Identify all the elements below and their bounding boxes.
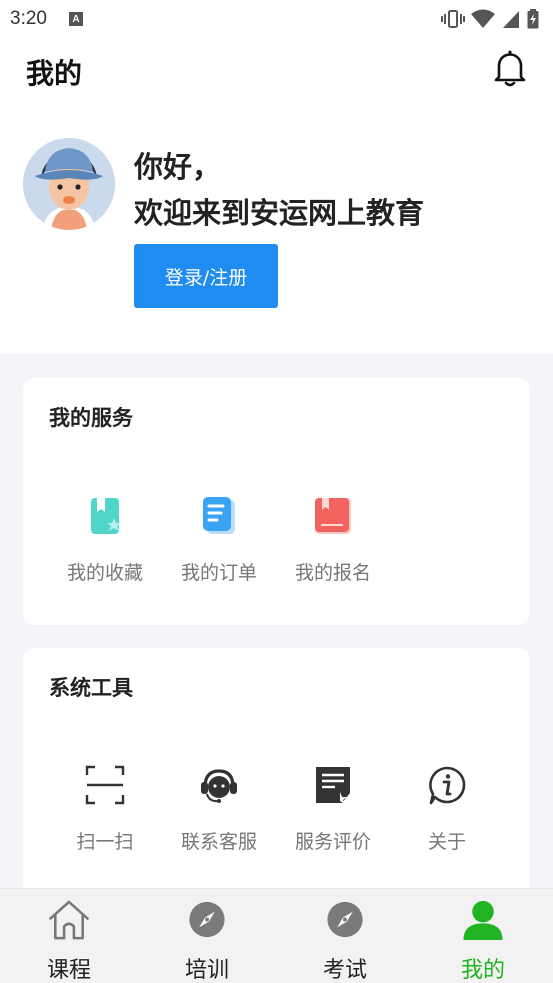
tab-training-label: 培训 (184, 958, 229, 983)
tab-mine[interactable]: 我的 (414, 889, 552, 983)
bell-icon[interactable] (490, 48, 530, 88)
system-tools-card: 系统工具 扫一扫 联系客服 服务评价 关于 (23, 648, 530, 908)
orders-label: 我的订单 (180, 562, 257, 584)
service-review-label: 服务评价 (294, 831, 371, 853)
scan-button[interactable]: 扫一扫 (50, 765, 160, 865)
user-icon (463, 900, 503, 941)
bookmark-star-icon (91, 498, 121, 534)
greeting-line-2: 欢迎来到安运网上教育 (134, 196, 425, 230)
vibrate-icon (441, 10, 465, 28)
wifi-icon (471, 9, 495, 28)
orders-button[interactable]: 我的订单 (164, 496, 274, 596)
status-time: 3:20 (10, 8, 47, 29)
my-services-card: 我的服务 我的收藏 我的订单 我的报名 (23, 378, 530, 625)
notification-a-icon: A (68, 12, 83, 26)
customer-service-label: 联系客服 (180, 831, 257, 853)
about-button[interactable]: 关于 (392, 765, 502, 865)
customer-service-headset-icon (201, 769, 237, 803)
page-header: 我的 (0, 38, 553, 104)
login-register-button[interactable]: 登录/注册 (134, 244, 278, 308)
profile-section: 你好， 欢迎来到安运网上教育 登录/注册 (0, 104, 553, 354)
registration-book-icon (315, 498, 351, 534)
system-tools-title: 系统工具 (49, 676, 133, 700)
customer-service-button[interactable]: 联系客服 (164, 765, 274, 865)
service-review-icon (316, 767, 350, 804)
favorites-label: 我的收藏 (66, 562, 143, 584)
service-review-button[interactable]: 服务评价 (278, 765, 388, 865)
scan-icon (85, 765, 125, 805)
registration-label: 我的报名 (294, 562, 371, 584)
page-title: 我的 (26, 57, 83, 90)
status-bar: 3:20 A (0, 0, 553, 38)
order-document-icon (203, 497, 235, 534)
tab-courses[interactable]: 课程 (0, 889, 138, 983)
cell-signal-icon (503, 11, 519, 28)
avatar-illustration (23, 138, 115, 230)
tab-training[interactable]: 培训 (138, 889, 276, 983)
compass-icon (189, 901, 225, 938)
my-services-title: 我的服务 (49, 406, 133, 430)
about-label: 关于 (427, 831, 466, 853)
tab-exam[interactable]: 考试 (276, 889, 414, 983)
compass-icon (327, 901, 363, 938)
tab-exam-label: 考试 (322, 958, 367, 983)
scan-label: 扫一扫 (76, 831, 134, 853)
greeting-line-1: 你好， (134, 150, 222, 184)
bottom-tab-bar: 课程 培训 考试 我的 (0, 888, 553, 983)
status-indicators (441, 9, 539, 29)
registration-button[interactable]: 我的报名 (278, 496, 388, 596)
battery-icon (527, 9, 539, 29)
tab-mine-label: 我的 (460, 958, 505, 983)
info-icon (429, 766, 466, 805)
favorites-button[interactable]: 我的收藏 (50, 496, 160, 596)
avatar[interactable] (23, 138, 115, 230)
tab-courses-label: 课程 (46, 958, 91, 983)
home-icon (49, 900, 89, 940)
